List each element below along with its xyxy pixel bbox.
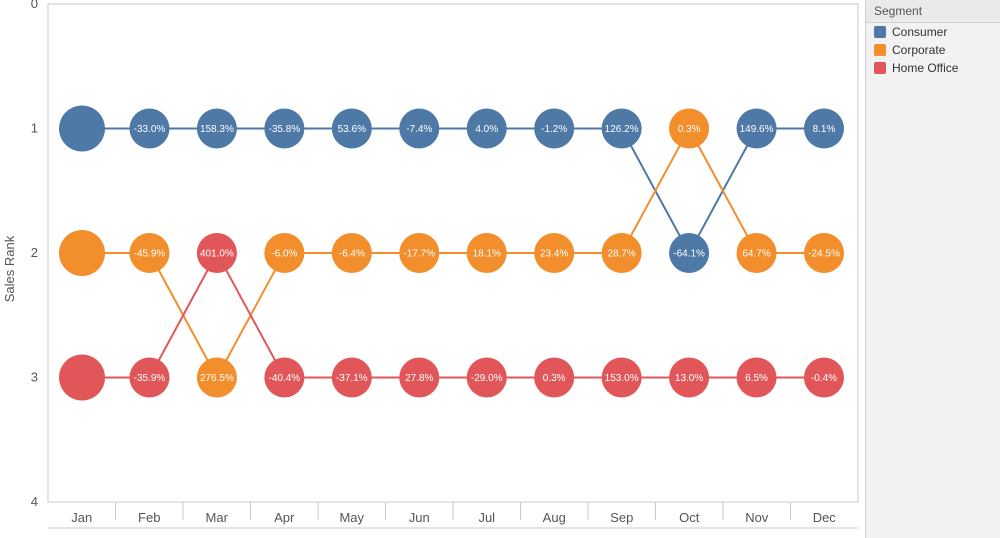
- y-tick-label: 4: [31, 494, 38, 509]
- data-label: 64.7%: [742, 249, 770, 260]
- x-tick-label: May: [339, 510, 364, 525]
- x-tick-label: Sep: [610, 510, 633, 525]
- swatch-icon: [874, 26, 886, 38]
- chart-svg: 0 1 2 3 4 Sales Rank Jan Feb Mar Apr May Jun Jul Aug S…: [0, 0, 865, 538]
- data-label: 53.6%: [338, 124, 366, 135]
- data-label: 153.0%: [605, 373, 639, 384]
- data-label: -40.4%: [269, 373, 301, 384]
- data-label: 4.0%: [475, 124, 498, 135]
- data-label: 28.7%: [607, 249, 635, 260]
- data-label: 401.0%: [200, 249, 234, 260]
- data-label: 276.5%: [200, 373, 234, 384]
- legend-title: Segment: [866, 0, 1000, 23]
- x-tick-label: Aug: [543, 510, 566, 525]
- data-label: -1.2%: [541, 124, 567, 135]
- legend-label: Home Office: [892, 61, 958, 75]
- data-label: -35.9%: [134, 373, 166, 384]
- data-label: 23.4%: [540, 249, 568, 260]
- data-label: -35.8%: [269, 124, 301, 135]
- chart-container: Segment Consumer Corporate Home Office 0…: [0, 0, 1000, 538]
- data-label: -7.4%: [406, 124, 432, 135]
- x-tick-label: Oct: [679, 510, 700, 525]
- x-tick-label: Nov: [745, 510, 769, 525]
- plot-area: 0 1 2 3 4 Sales Rank Jan Feb Mar Apr May Jun Jul Aug S…: [0, 0, 865, 538]
- x-tick-label: Apr: [274, 510, 295, 525]
- x-tick-label: Dec: [813, 510, 837, 525]
- legend-item-corporate[interactable]: Corporate: [866, 41, 1000, 59]
- legend-panel: Segment Consumer Corporate Home Office: [865, 0, 1000, 538]
- x-tick-label: Mar: [206, 510, 229, 525]
- x-tick-label: Jan: [71, 510, 92, 525]
- data-label: -45.9%: [134, 249, 166, 260]
- data-label: 126.2%: [605, 124, 639, 135]
- data-label: -0.4%: [811, 373, 837, 384]
- data-marker[interactable]: [59, 230, 105, 276]
- data-label: 0.3%: [543, 373, 566, 384]
- data-label: 27.8%: [405, 373, 433, 384]
- data-marker[interactable]: [59, 355, 105, 401]
- data-label: -6.4%: [339, 249, 365, 260]
- y-axis-title: Sales Rank: [2, 235, 17, 302]
- legend-item-home-office[interactable]: Home Office: [866, 59, 1000, 77]
- data-label: 8.1%: [813, 124, 836, 135]
- y-tick-label: 0: [31, 0, 38, 11]
- y-tick-label: 3: [31, 370, 38, 385]
- y-tick-label: 2: [31, 245, 38, 260]
- data-marker[interactable]: [59, 106, 105, 152]
- x-tick-label: Jul: [478, 510, 495, 525]
- swatch-icon: [874, 44, 886, 56]
- data-label: -6.0%: [271, 249, 297, 260]
- data-label: -17.7%: [403, 249, 435, 260]
- x-tick-label: Jun: [409, 510, 430, 525]
- swatch-icon: [874, 62, 886, 74]
- data-label: 149.6%: [740, 124, 774, 135]
- data-label: -37.1%: [336, 373, 368, 384]
- data-label: 18.1%: [473, 249, 501, 260]
- data-label: -24.5%: [808, 249, 840, 260]
- data-label: -64.1%: [673, 249, 705, 260]
- legend-label: Corporate: [892, 43, 945, 57]
- data-label: 158.3%: [200, 124, 234, 135]
- data-label: 0.3%: [678, 124, 701, 135]
- x-tick-label: Feb: [138, 510, 160, 525]
- legend-label: Consumer: [892, 25, 947, 39]
- legend-item-consumer[interactable]: Consumer: [866, 23, 1000, 41]
- data-label: 6.5%: [745, 373, 768, 384]
- data-label: -33.0%: [134, 124, 166, 135]
- data-label: 13.0%: [675, 373, 703, 384]
- data-label: -29.0%: [471, 373, 503, 384]
- y-tick-label: 1: [31, 121, 38, 136]
